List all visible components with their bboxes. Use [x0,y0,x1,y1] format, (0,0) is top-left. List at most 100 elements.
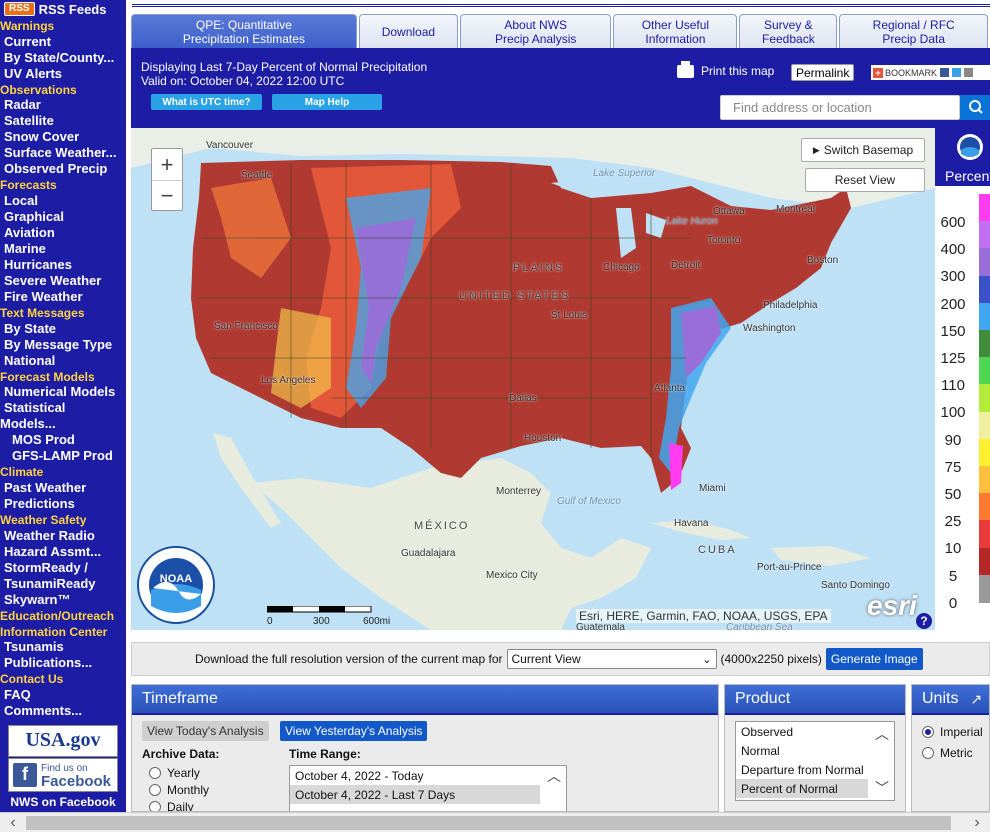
sidebar-link[interactable]: Marine [0,241,126,257]
sidebar-section-header[interactable]: Forecasts [0,177,126,193]
sidebar-link[interactable]: Severe Weather [0,273,126,289]
sidebar-link[interactable]: Hazard Assmt... [0,544,126,560]
zoom-in-button[interactable]: + [152,149,182,180]
archive-daily-radio[interactable]: Daily [149,798,209,811]
sidebar-link[interactable]: By Message Type [0,337,126,353]
sidebar-section-header[interactable]: Climate [0,464,126,480]
generate-image-button[interactable]: Generate Image [825,648,923,670]
sidebar-link[interactable]: GFS-LAMP Prod [0,448,126,464]
search-button[interactable] [960,95,990,120]
product-option[interactable]: Observed [736,722,868,741]
sidebar-link[interactable]: National [0,353,126,369]
sidebar-section-header[interactable]: Weather Safety [0,512,126,528]
facebook-badge[interactable]: f Find us on Facebook [8,757,118,792]
sidebar-link[interactable]: By State [0,321,126,337]
help-icon[interactable]: ? [916,613,932,629]
scroll-left-icon[interactable]: ‹ [2,813,24,832]
scroll-thumb[interactable] [26,816,951,830]
sidebar-link[interactable]: Weather Radio [0,528,126,544]
nav-tab[interactable]: Regional / RFC Precip Data [839,14,988,48]
sidebar-link[interactable]: By State/County... [0,50,126,66]
sidebar-link[interactable]: StormReady / [0,560,126,576]
nav-tab[interactable]: Download [358,14,458,48]
sidebar-link[interactable]: TsunamiReady [0,576,126,592]
sidebar-link[interactable]: Graphical [0,209,126,225]
view-today-button[interactable]: View Today's Analysis [142,721,269,741]
sidebar-link[interactable]: Models... [0,416,126,432]
map-help-button[interactable]: Map Help [272,94,382,110]
time-range-option[interactable]: October 4, 2022 - Today [290,766,566,785]
sidebar-link[interactable]: MOS Prod [0,432,126,448]
sidebar-link[interactable]: Tsunamis [0,639,126,655]
time-range-option-selected[interactable]: October 4, 2022 - Last 7 Days [290,785,566,804]
what-is-utc-button[interactable]: What is UTC time? [151,94,262,110]
sidebar-link[interactable]: Radar [0,97,126,113]
usagov-logo[interactable]: USA.gov [8,724,118,757]
sidebar-link[interactable]: UV Alerts [0,66,126,82]
sidebar-link[interactable]: Current [0,34,126,50]
sidebar-link[interactable]: Observed Precip [0,161,126,177]
product-listbox[interactable]: Observed Normal Departure from Normal Perce… [735,721,895,801]
sidebar-link[interactable]: Aviation [0,225,126,241]
sidebar-section-header[interactable]: Information Center [0,624,126,640]
scroll-right-icon[interactable]: › [966,813,988,832]
sidebar-link[interactable]: Publications... [0,655,126,671]
email-share-icon[interactable] [964,68,974,77]
nav-tab-line2: Precipitation Estimates [182,31,305,46]
rss-feeds-link[interactable]: RSS RSS Feeds [0,0,126,18]
bookmark-share-bar[interactable]: + BOOKMARK [871,65,990,80]
time-range-listbox[interactable]: October 4, 2022 - Today October 4, 2022 … [289,765,567,811]
nws-on-facebook-link[interactable]: NWS on Facebook [0,795,126,809]
sidebar-link[interactable]: Satellite [0,113,126,129]
sidebar-section-header[interactable]: Education/Outreach [0,608,126,624]
permalink-button[interactable]: Permalink [791,64,855,81]
download-extent-select[interactable]: Current View ⌄ [506,649,717,669]
map-place-label: Washington [743,323,796,334]
nav-tab[interactable]: Survey & Feedback [739,14,838,48]
sidebar-link[interactable]: Hurricanes [0,257,126,273]
sidebar-section-header[interactable]: Text Messages [0,305,126,321]
archive-yearly-radio[interactable]: Yearly [149,764,209,781]
sidebar-link[interactable]: Predictions [0,496,126,512]
nav-tab[interactable]: QPE: Quantitative Precipitation Estimates [131,14,357,48]
radio-circle [149,800,161,811]
view-yesterday-button[interactable]: View Yesterday's Analysis [280,721,428,741]
sidebar-link[interactable]: Skywarn™ [0,592,126,608]
nav-tab[interactable]: About NWS Precip Analysis [459,14,612,48]
expand-arrow-icon[interactable]: ↗ [970,691,982,708]
archive-monthly-radio[interactable]: Monthly [149,781,209,798]
facebook-share-icon[interactable] [940,68,950,77]
print-map-link[interactable]: Print this map [677,60,774,78]
product-option[interactable]: Percent of Normal [736,779,868,798]
sidebar-link[interactable]: Fire Weather [0,289,126,305]
time-range-scrollbar[interactable]: ︿ [540,766,566,811]
sidebar-link[interactable]: Snow Cover [0,129,126,145]
sidebar-section-header[interactable]: Contact Us [0,671,126,687]
legend-color-swatch [979,493,990,522]
horizontal-scrollbar[interactable]: ‹ › [0,812,990,832]
location-search-input[interactable]: Find address or location [720,95,960,120]
sidebar-link[interactable]: Statistical [0,400,126,416]
sidebar-section-header[interactable]: Observations [0,82,126,98]
sidebar-link[interactable]: Past Weather [0,480,126,496]
product-option[interactable]: Departure from Normal [736,760,868,779]
precip-map[interactable]: Vancouver Seattle Lake Superior Ottawa Montr… [131,128,935,630]
zoom-out-button[interactable]: − [152,180,182,211]
sidebar-link[interactable]: FAQ [0,687,126,703]
sidebar-link[interactable]: Surface Weather... [0,145,126,161]
product-option[interactable]: Normal [736,741,868,760]
reset-view-button[interactable]: Reset View [805,168,925,192]
twitter-share-icon[interactable] [952,68,962,77]
nav-tab[interactable]: Other Useful Information [613,14,738,48]
download-bar: Download the full resolution version of … [131,642,990,676]
product-scrollbar[interactable]: ︿ ﹀ [868,722,894,800]
sidebar-link[interactable]: Numerical Models [0,384,126,400]
sidebar-link[interactable]: Local [0,193,126,209]
sidebar-section-header[interactable]: Forecast Models [0,369,126,385]
switch-basemap-button[interactable]: ▶ Switch Basemap [801,138,925,162]
sidebar-link[interactable]: Comments... [0,703,126,719]
sidebar-section-header[interactable]: Warnings [0,18,126,34]
units-metric-radio[interactable]: Metric [922,742,983,763]
displaying-text: Displaying Last 7-Day Percent of Normal … [141,60,428,74]
units-imperial-radio[interactable]: Imperial [922,721,983,742]
